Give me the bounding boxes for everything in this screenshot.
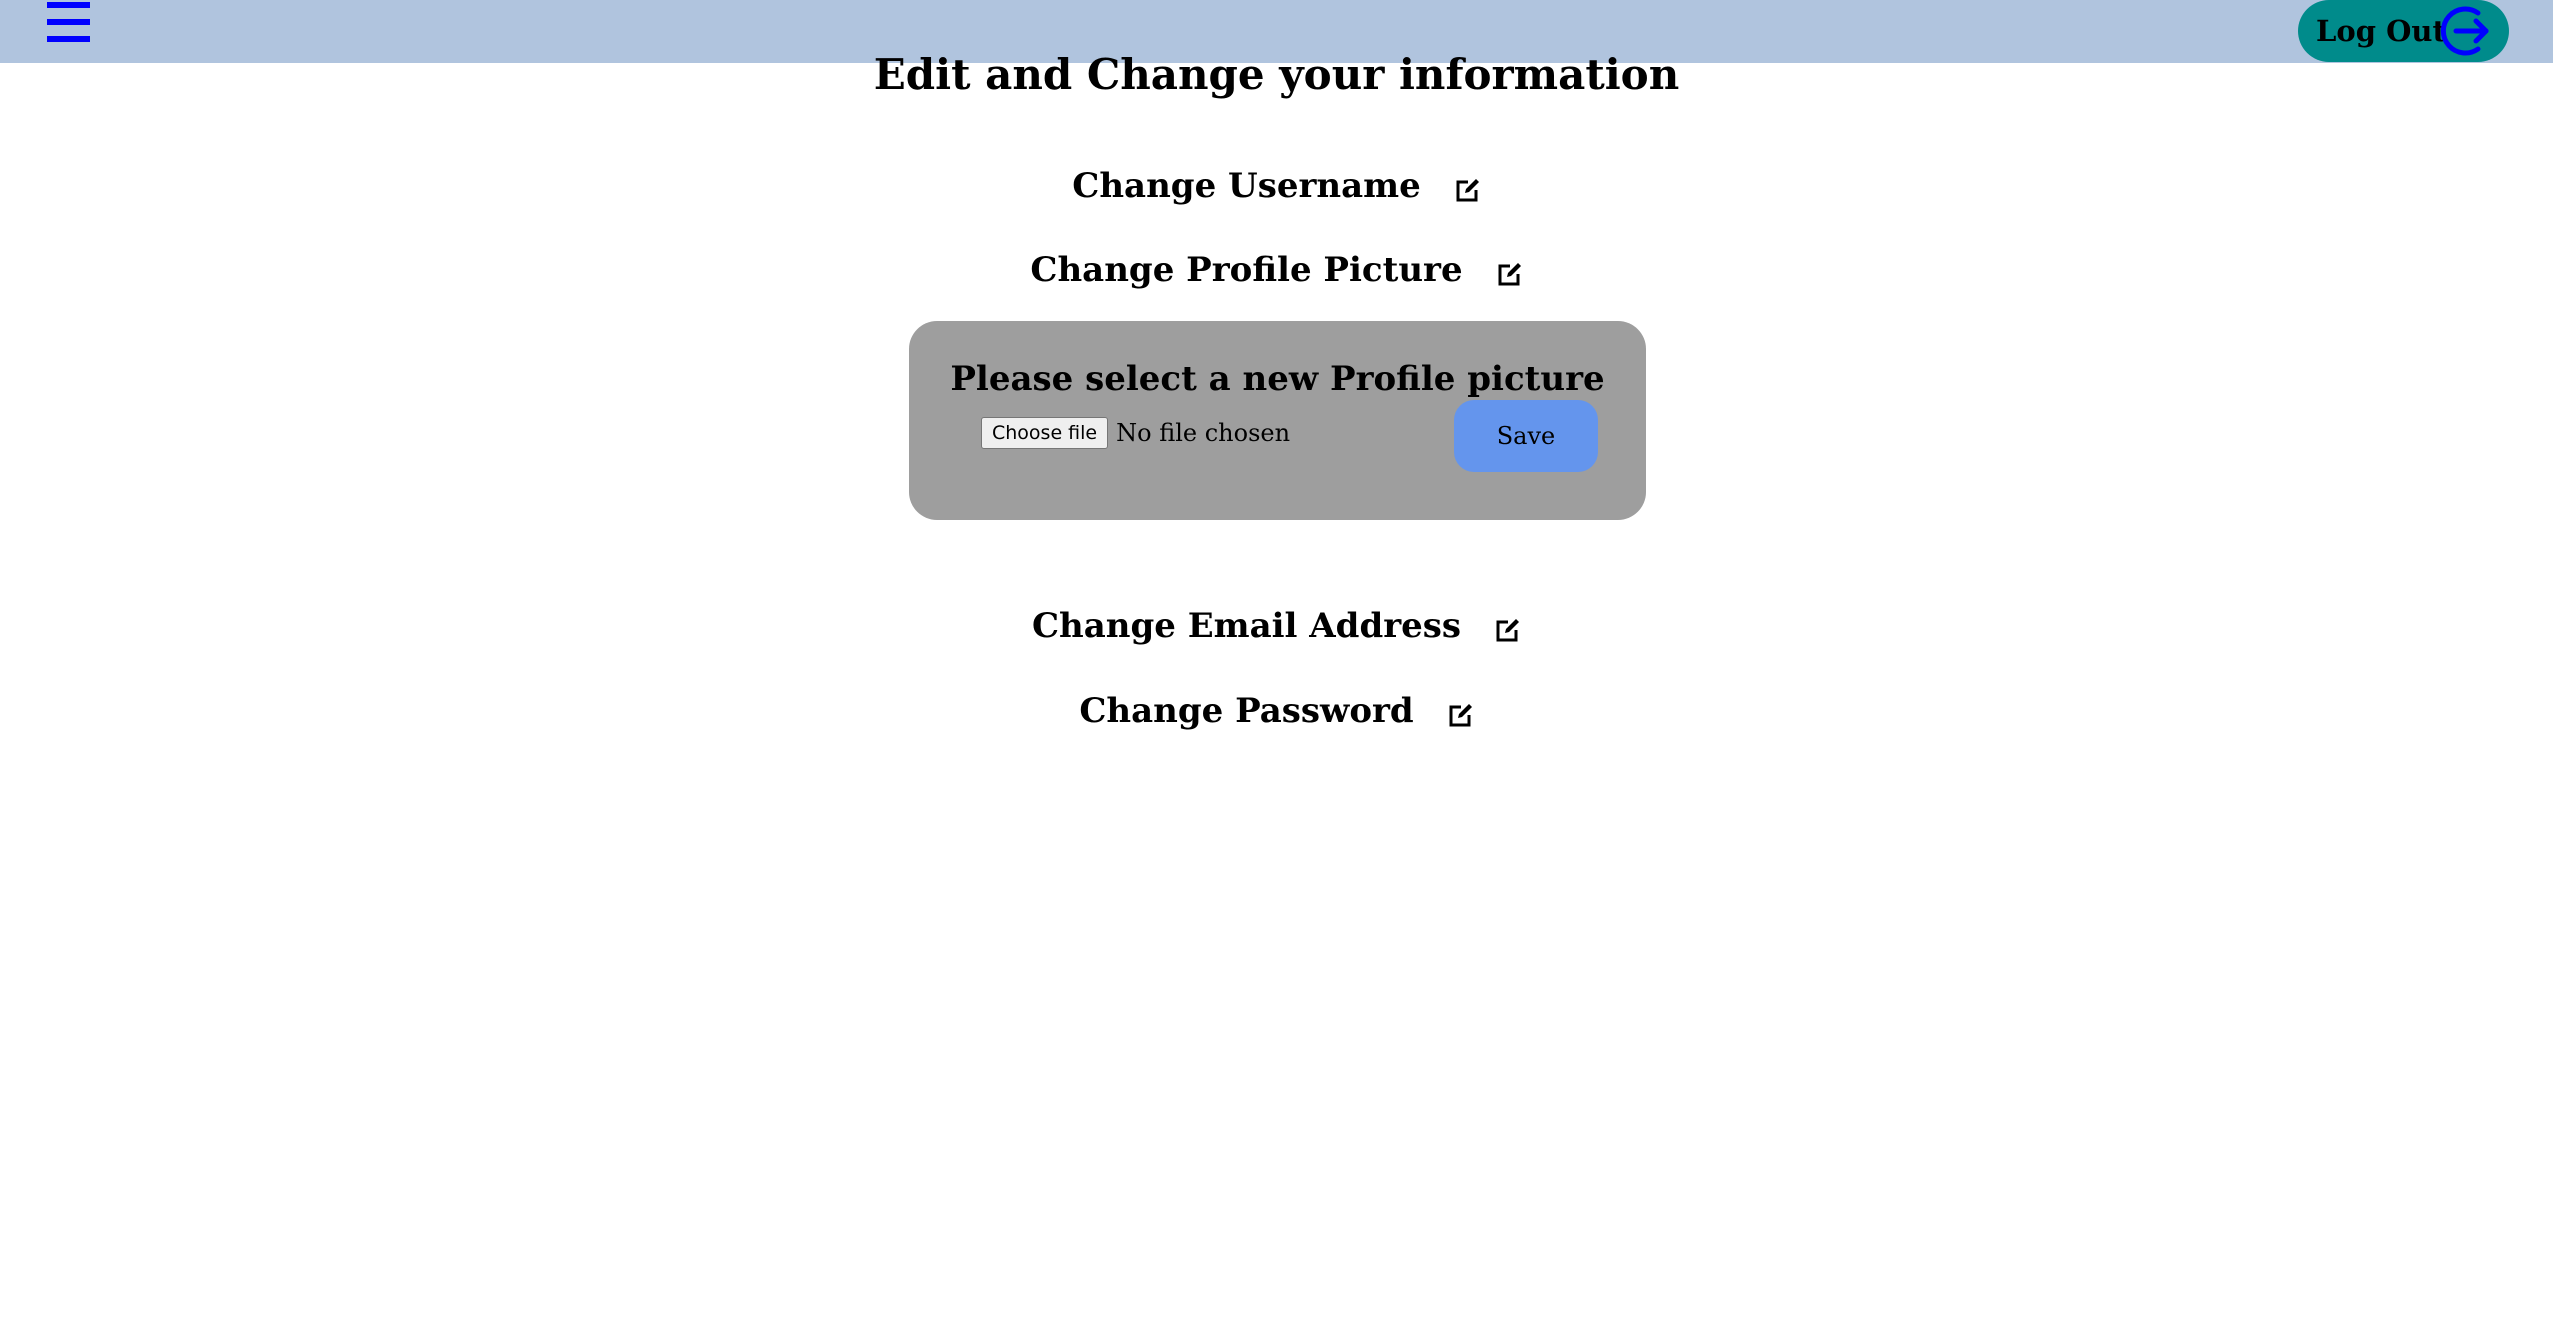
edit-profile-picture-icon[interactable] bbox=[1497, 261, 1523, 287]
change-password-label: Change Password bbox=[1079, 691, 1414, 731]
save-button[interactable]: Save bbox=[1454, 400, 1598, 472]
username-section: Change Username bbox=[0, 166, 2553, 206]
edit-username-icon[interactable] bbox=[1455, 177, 1481, 203]
edit-password-icon[interactable] bbox=[1448, 702, 1474, 728]
hamburger-menu-icon[interactable] bbox=[47, 2, 90, 42]
change-email-label: Change Email Address bbox=[1031, 606, 1462, 646]
password-section: Change Password bbox=[0, 691, 2553, 731]
email-section: Change Email Address bbox=[0, 606, 2553, 646]
logout-label: Log Out bbox=[2316, 14, 2446, 48]
page-title: Edit and Change your information bbox=[873, 50, 1680, 99]
profile-picture-section: Change Profile Picture bbox=[0, 250, 2553, 290]
change-username-label: Change Username bbox=[1072, 166, 1421, 206]
panel-title: Please select a new Profile picture bbox=[950, 359, 1605, 399]
file-status-text: No file chosen bbox=[1116, 419, 1291, 447]
profile-picture-panel: Please select a new Profile picture Choo… bbox=[909, 321, 1646, 520]
choose-file-button[interactable]: Choose file bbox=[981, 417, 1109, 449]
edit-email-icon[interactable] bbox=[1495, 617, 1521, 643]
file-input: Choose file No file chosen bbox=[981, 417, 1290, 449]
change-profile-picture-label: Change Profile Picture bbox=[1030, 250, 1463, 290]
